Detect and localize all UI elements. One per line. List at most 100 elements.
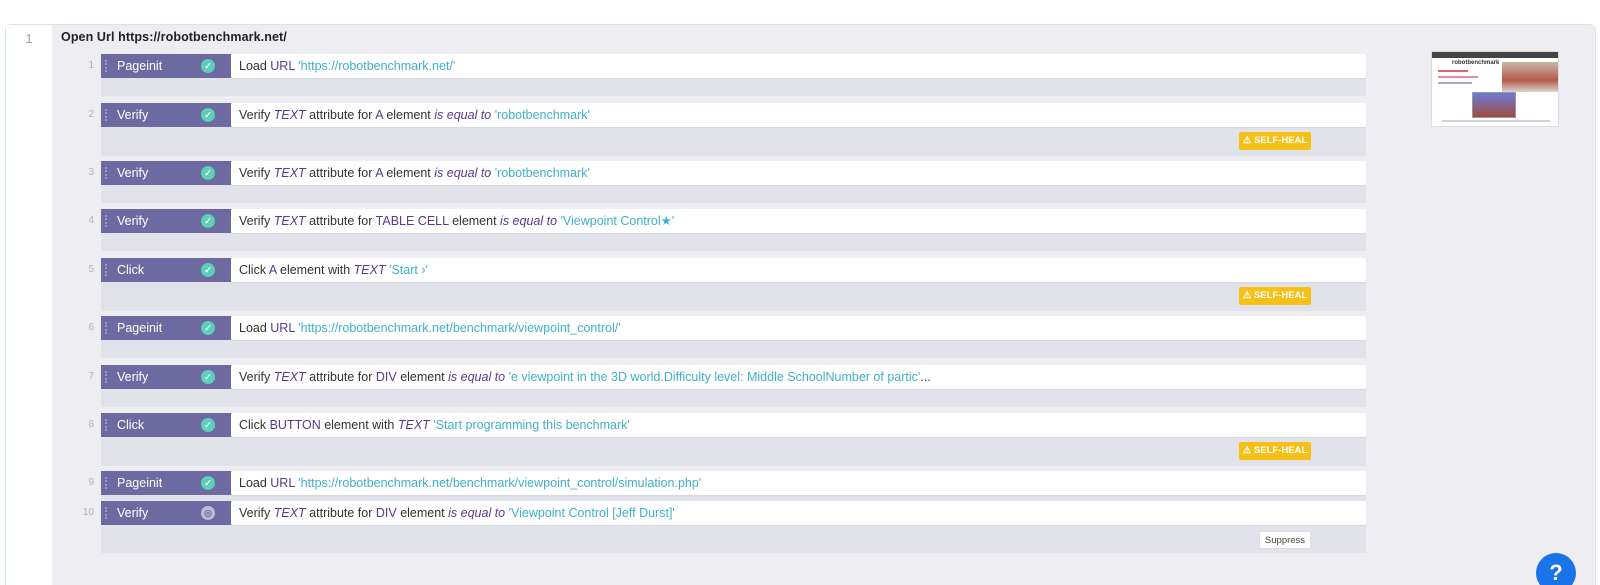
- action-type-pill[interactable]: Verify ✓: [101, 209, 240, 233]
- action-description[interactable]: Load URL 'https://robotbenchmark.net/': [231, 54, 1366, 78]
- description-segment: Load: [239, 321, 271, 335]
- action-row[interactable]: 4 Verify ✓ Verify TEXT attribute for TABLE …: [52, 209, 1372, 251]
- description-segment: Load: [239, 476, 271, 490]
- self-heal-badge[interactable]: ⚠ SELF-HEAL: [1239, 132, 1311, 150]
- description-segment: 'Start programming this benchmark': [433, 418, 630, 432]
- action-type-label: Verify: [117, 214, 149, 228]
- action-row[interactable]: 6 Pageinit ✓ Load URL 'https://robotbenchma…: [52, 316, 1372, 358]
- description-segment: URL: [270, 59, 299, 73]
- action-type-pill[interactable]: Click ✓: [101, 413, 240, 437]
- description-segment: attribute for: [309, 166, 376, 180]
- description-segment: TABLE CELL: [375, 214, 453, 228]
- action-type-pill[interactable]: Pageinit ✓: [101, 471, 240, 495]
- action-description[interactable]: Load URL 'https://robotbenchmark.net/ben…: [231, 471, 1366, 495]
- action-type-pill[interactable]: Click ✓: [101, 258, 240, 282]
- check-status-icon: ✓: [201, 59, 215, 73]
- help-button[interactable]: ?: [1536, 553, 1576, 585]
- action-line-number: 3: [88, 167, 94, 178]
- description-segment: TEXT: [353, 263, 390, 277]
- description-segment: attribute for: [309, 108, 376, 122]
- step-card: 1 Open Url https://robotbenchmark.net/ 1…: [5, 24, 1596, 585]
- description-segment: TEXT: [273, 506, 310, 520]
- description-segment: is equal to: [500, 214, 561, 228]
- suppress-button[interactable]: Suppress: [1259, 531, 1311, 549]
- action-row[interactable]: 8 Click ✓ Click BUTTON element with TEXT 'S…: [52, 413, 1372, 466]
- check-status-icon: ✓: [201, 108, 215, 122]
- action-row[interactable]: 1 Pageinit ✓ Load URL 'https://robotbenchma…: [52, 54, 1372, 96]
- check-status-icon: ✓: [201, 321, 215, 335]
- description-segment: A: [268, 263, 280, 277]
- action-type-pill[interactable]: Verify ✓: [101, 365, 240, 389]
- action-type-label: Pageinit: [117, 321, 163, 335]
- self-heal-badge[interactable]: ⚠ SELF-HEAL: [1239, 442, 1311, 460]
- description-segment: is equal to: [448, 506, 509, 520]
- description-segment: A: [375, 166, 387, 180]
- action-description[interactable]: Load URL 'https://robotbenchmark.net/ben…: [231, 316, 1366, 340]
- description-segment: Verify: [239, 214, 274, 228]
- action-row[interactable]: 7 Verify ✓ Verify TEXT attribute for DIV el…: [52, 365, 1372, 407]
- page-screenshot-thumbnail[interactable]: robotbenchmark: [1431, 51, 1559, 127]
- action-row-details: [101, 340, 1366, 358]
- action-row-details: [101, 233, 1366, 251]
- action-line-number: 5: [88, 264, 94, 275]
- self-heal-badge[interactable]: ⚠ SELF-HEAL: [1239, 287, 1311, 305]
- action-type-pill[interactable]: Verify ◎: [101, 501, 240, 525]
- action-description[interactable]: Click A element with TEXT 'Start ›': [231, 258, 1366, 282]
- action-row-details: [101, 525, 1366, 553]
- description-segment: BUTTON: [269, 418, 325, 432]
- step-title-prefix: Open Url: [61, 30, 115, 44]
- description-segment: DIV: [375, 370, 401, 384]
- action-description[interactable]: Verify TEXT attribute for DIV element is…: [231, 365, 1366, 389]
- description-segment: Verify: [239, 108, 274, 122]
- action-row[interactable]: 3 Verify ✓ Verify TEXT attribute for A elem…: [52, 161, 1372, 203]
- description-segment: 'https://robotbenchmark.net/': [298, 59, 456, 73]
- warning-icon: ⚠: [1242, 290, 1254, 301]
- description-segment: TEXT: [273, 214, 310, 228]
- action-row-details: [101, 78, 1366, 96]
- action-type-pill[interactable]: Pageinit ✓: [101, 316, 240, 340]
- thumbnail-line: [1438, 70, 1468, 72]
- action-description[interactable]: Verify TEXT attribute for DIV element is…: [231, 501, 1366, 525]
- action-row[interactable]: 5 Click ✓ Click A element with TEXT 'Start …: [52, 258, 1372, 311]
- action-row[interactable]: 9 Pageinit ✓ Load URL 'https://robotbenchma…: [52, 471, 1372, 501]
- action-description[interactable]: Verify TEXT attribute for A element is e…: [231, 103, 1366, 127]
- step-title[interactable]: Open Url https://robotbenchmark.net/: [61, 30, 287, 44]
- thumbnail-scene: [1502, 62, 1558, 92]
- description-segment: TEXT: [273, 108, 310, 122]
- action-type-pill[interactable]: Verify ✓: [101, 103, 240, 127]
- action-description[interactable]: Verify TEXT attribute for A element is e…: [231, 161, 1366, 185]
- action-row-details: [101, 127, 1366, 156]
- action-type-label: Pageinit: [117, 59, 163, 73]
- action-type-label: Verify: [117, 166, 149, 180]
- action-type-label: Verify: [117, 370, 149, 384]
- action-line-number: 1: [88, 60, 94, 71]
- action-row[interactable]: 10 Verify ◎ Verify TEXT attribute for DIV e…: [52, 501, 1372, 553]
- action-line-number: 8: [88, 419, 94, 430]
- description-segment: element: [386, 108, 435, 122]
- description-segment: 'robotbenchmark': [494, 108, 590, 122]
- description-segment: TEXT: [273, 166, 310, 180]
- action-type-pill[interactable]: Pageinit ✓: [101, 54, 240, 78]
- action-line-number: 4: [88, 215, 94, 226]
- action-line-number: 10: [82, 507, 94, 518]
- check-status-icon: ✓: [201, 166, 215, 180]
- description-segment: element: [400, 506, 449, 520]
- check-status-icon: ✓: [201, 476, 215, 490]
- description-segment: element with: [324, 418, 398, 432]
- action-row[interactable]: 2 Verify ✓ Verify TEXT attribute for A elem…: [52, 103, 1372, 156]
- action-description[interactable]: Click BUTTON element with TEXT 'Start pr…: [231, 413, 1366, 437]
- description-segment: element: [400, 370, 449, 384]
- action-type-label: Click: [117, 418, 145, 432]
- action-type-pill[interactable]: Verify ✓: [101, 161, 240, 185]
- description-segment: A: [375, 108, 387, 122]
- action-row-details: [101, 282, 1366, 311]
- action-line-number: 7: [88, 371, 94, 382]
- description-segment: element: [386, 166, 435, 180]
- thumbnail-footer: [1442, 120, 1550, 122]
- action-description[interactable]: Verify TEXT attribute for TABLE CELL ele…: [231, 209, 1366, 233]
- check-status-icon: ✓: [201, 214, 215, 228]
- description-segment: attribute for: [309, 370, 376, 384]
- step-title-url: https://robotbenchmark.net/: [118, 30, 287, 44]
- description-segment: Verify: [239, 166, 274, 180]
- description-segment: DIV: [375, 506, 401, 520]
